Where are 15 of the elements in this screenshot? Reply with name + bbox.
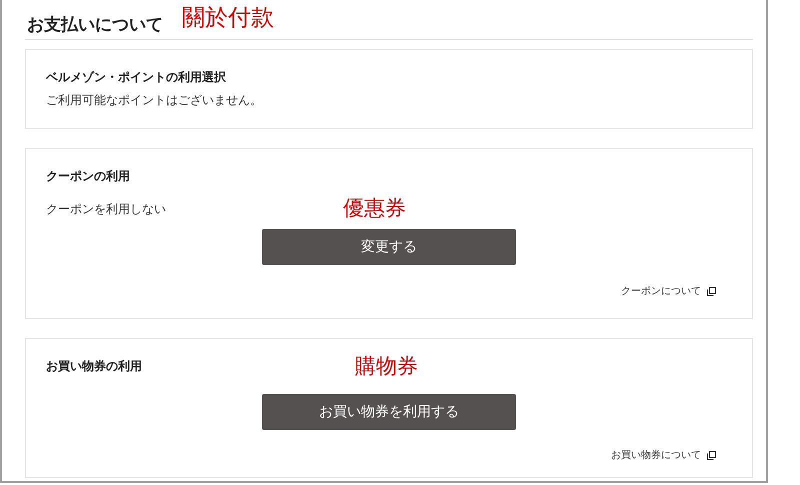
section-title: ベルメゾン・ポイントの利用選択	[46, 69, 227, 86]
new-window-icon	[707, 451, 716, 460]
section-title: お買い物券の利用	[46, 358, 142, 375]
annotation: 優惠券	[343, 198, 406, 219]
points-message: ご利用可能なポイントはございません。	[46, 92, 263, 109]
change-button[interactable]: 変更する	[262, 229, 516, 265]
coupon-info-link[interactable]: クーポンについて	[621, 284, 701, 299]
gift-certificate-button[interactable]: お買い物券を利用する	[262, 394, 516, 430]
annotation: 關於付款	[182, 7, 274, 30]
new-window-icon	[707, 287, 716, 296]
gift-certificate-info-link[interactable]: お買い物券について	[611, 448, 701, 463]
annotation: 購物券	[355, 356, 418, 377]
coupon-status: クーポンを利用しない	[46, 201, 166, 218]
section-title: クーポンの利用	[46, 168, 130, 185]
page-heading: お支払いについて	[27, 17, 163, 34]
